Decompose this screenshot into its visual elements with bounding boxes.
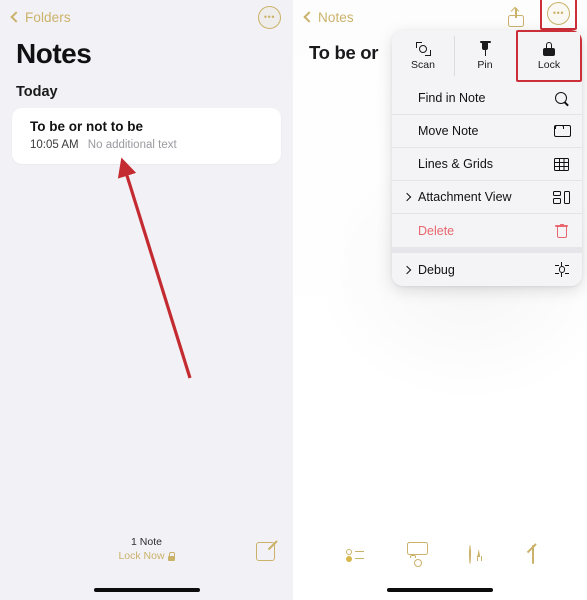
home-indicator: [93, 588, 200, 592]
compose-icon: [532, 545, 535, 564]
menu-action-scan[interactable]: Scan: [392, 30, 454, 82]
note-count-label: 1 Note: [131, 536, 162, 548]
menu-item-find-in-note-label: Find in Note: [418, 91, 486, 105]
lock-icon: [543, 41, 555, 56]
menu-action-pin[interactable]: Pin: [454, 30, 516, 82]
section-header-today: Today: [16, 84, 58, 100]
menu-action-lock[interactable]: Lock: [516, 30, 582, 82]
notes-list-screen: Folders ••• Notes Today To be or not to …: [0, 0, 293, 600]
markup-button[interactable]: [468, 545, 471, 564]
lock-now-label: Lock Now: [118, 550, 165, 562]
right-nav-bar: Notes •••: [293, 0, 587, 34]
menu-item-debug-label: Debug: [418, 262, 455, 277]
note-item-meta: 10:05 AM No additional text: [30, 139, 263, 151]
menu-item-move-note[interactable]: Move Note: [392, 115, 582, 148]
context-menu-action-row: Scan Pin Lock: [392, 30, 582, 82]
menu-item-attachment-view[interactable]: Attachment View: [392, 181, 582, 214]
chevron-right-icon: [402, 192, 412, 202]
grid-icon: [553, 156, 570, 173]
compose-button[interactable]: [532, 545, 535, 564]
page-title: Notes: [16, 38, 92, 69]
left-nav-bar: Folders •••: [0, 0, 293, 34]
compose-note-button[interactable]: [256, 542, 275, 561]
home-indicator: [387, 588, 493, 592]
folder-icon: [553, 123, 571, 140]
lock-icon: [167, 551, 176, 561]
note-item-time: 10:05 AM: [30, 139, 79, 151]
left-bottom-bar: 1 Note Lock Now: [0, 528, 293, 600]
menu-item-delete[interactable]: Delete: [392, 214, 582, 247]
context-menu: Scan Pin Lock Find in Note Move Note Lin…: [392, 30, 582, 286]
back-button-label: Folders: [25, 9, 71, 25]
pin-icon: [479, 41, 492, 56]
share-button[interactable]: [508, 6, 524, 27]
chevron-right-icon: [402, 265, 412, 274]
chevron-left-icon: [303, 11, 315, 23]
back-to-notes-button[interactable]: Notes: [303, 9, 354, 25]
note-more-button-highlight: •••: [540, 0, 577, 30]
context-menu-secondary-group: Debug: [392, 253, 582, 286]
menu-item-attachment-view-label: Attachment View: [418, 190, 512, 204]
menu-item-lines-and-grids[interactable]: Lines & Grids: [392, 148, 582, 181]
menu-item-lines-and-grids-label: Lines & Grids: [418, 157, 494, 171]
note-item-title: To be or not to be: [30, 119, 143, 134]
note-detail-title: To be or: [309, 42, 379, 63]
scan-icon: [415, 41, 431, 56]
note-detail-screen: Notes ••• To be or Scan Pin Lock Find in…: [293, 0, 587, 600]
context-menu-primary-group: Find in Note Move Note Lines & Grids Att…: [392, 82, 582, 247]
ellipsis-circle-icon: •••: [263, 11, 276, 22]
lock-now-button[interactable]: Lock Now: [0, 550, 293, 562]
menu-action-pin-label: Pin: [477, 59, 493, 71]
markup-icon: [468, 545, 471, 564]
share-arrow-head: [510, 6, 520, 15]
note-count-group: 1 Note Lock Now: [0, 536, 293, 562]
menu-item-find-in-note[interactable]: Find in Note: [392, 82, 582, 115]
back-to-folders-button[interactable]: Folders: [10, 9, 71, 25]
search-icon: [553, 90, 570, 107]
list-more-button[interactable]: •••: [258, 5, 281, 29]
back-button-label: Notes: [318, 9, 354, 25]
menu-item-debug[interactable]: Debug: [392, 253, 582, 286]
chevron-left-icon: [10, 11, 22, 23]
menu-item-move-note-label: Move Note: [418, 124, 479, 138]
trash-icon: [553, 222, 570, 239]
note-item-preview: No additional text: [87, 139, 177, 151]
menu-item-delete-label: Delete: [418, 223, 455, 238]
compose-icon: [256, 542, 275, 561]
note-list-item[interactable]: To be or not to be 10:05 AM No additiona…: [12, 108, 281, 164]
menu-action-scan-label: Scan: [411, 58, 435, 71]
note-more-button[interactable]: •••: [547, 2, 570, 25]
screenshot-root: Folders ••• Notes Today To be or not to …: [0, 0, 587, 600]
bug-icon: [553, 261, 570, 278]
attachment-view-icon: [553, 189, 570, 206]
menu-action-lock-label: Lock: [537, 58, 561, 71]
right-bottom-toolbar: [293, 532, 587, 600]
toolbar-row: [293, 532, 587, 567]
ellipsis-circle-icon: •••: [552, 8, 565, 18]
